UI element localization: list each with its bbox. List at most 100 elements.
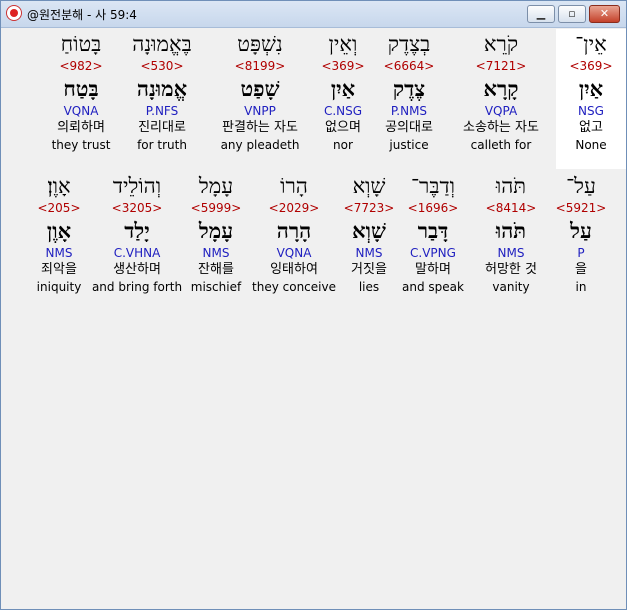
english-gloss: justice	[389, 138, 429, 152]
hebrew-word: אָוֶן׃	[47, 174, 71, 198]
word-cell[interactable]: וְהוֹלֵיד <3205> יָלַד C.VHNA 생산하며 and b…	[87, 171, 187, 295]
minimize-button[interactable]: ▁	[527, 5, 555, 23]
korean-gloss: 허망한 것	[485, 262, 537, 277]
korean-gloss: 공의대로	[385, 120, 433, 135]
hebrew-root: הָרָה	[276, 218, 312, 243]
english-gloss: iniquity	[36, 280, 82, 294]
english-gloss: in	[575, 280, 587, 294]
word-cell[interactable]: וְאֵין <369> אַיִן C.NSG 없으며 nor	[308, 29, 378, 153]
hebrew-root: קָרָא	[483, 76, 519, 101]
hebrew-word: נִשְׁפָּט	[237, 32, 283, 56]
morphology-code: NMS	[497, 246, 525, 260]
hebrew-root: אַיִן	[578, 76, 604, 101]
hebrew-root: תֹּהוּ	[495, 218, 527, 243]
word-cell[interactable]: וְדַבֶּר־ <1696> דָּבַר C.VPNG 말하며 and s…	[398, 171, 468, 295]
hebrew-root: בָּטַח	[63, 76, 99, 101]
hebrew-word: בְצֶדֶק	[387, 32, 431, 56]
korean-gloss: 잉태하여	[270, 262, 318, 277]
korean-gloss: 생산하며	[113, 262, 161, 277]
window-title: @원전분해 - 사 59:4	[27, 8, 137, 22]
english-gloss: they trust	[51, 138, 111, 152]
korean-gloss: 판결하는 자도	[222, 120, 298, 135]
english-gloss: vanity	[492, 280, 530, 294]
app-window: @원전분해 - 사 59:4 ▁ ▫ ✕ אֵין־ <369> אַיִן N…	[0, 0, 627, 610]
strong-number[interactable]: <1696>	[398, 201, 468, 215]
hebrew-word: אֵין־	[575, 32, 607, 56]
strong-number[interactable]: <369>	[308, 59, 378, 73]
hebrew-root: אַיִן	[330, 76, 356, 101]
strong-number[interactable]: <2029>	[248, 201, 340, 215]
word-cell[interactable]: שָׁוְא <7723> שָׁוְא NMS 거짓을 lies	[334, 171, 404, 295]
hebrew-word: הָרוֹ	[280, 174, 308, 198]
hebrew-word: וְאֵין	[328, 32, 358, 56]
word-cell[interactable]: עָמָל <5999> עָמָל NMS 잔해를 mischief	[181, 171, 251, 295]
english-gloss: and speak	[402, 280, 464, 294]
word-cell[interactable]: הָרוֹ <2029> הָרָה VQNA 잉태하여 they concei…	[248, 171, 340, 295]
strong-number[interactable]: <982>	[46, 59, 116, 73]
hebrew-root: דָּבַר	[417, 218, 449, 243]
korean-gloss: 진리대로	[138, 120, 186, 135]
english-gloss: mischief	[190, 280, 242, 294]
morphology-code: NSG	[578, 104, 604, 118]
strong-number[interactable]: <5921>	[546, 201, 616, 215]
strong-number[interactable]: <369>	[556, 59, 626, 73]
hebrew-root: אֱמוּנָה	[136, 76, 188, 101]
morphology-code: P.NFS	[145, 104, 179, 118]
strong-number[interactable]: <8414>	[471, 201, 551, 215]
hebrew-root: יָלַד	[124, 218, 150, 243]
strong-number[interactable]: <3205>	[87, 201, 187, 215]
hebrew-word: עַל־	[566, 174, 596, 198]
strong-number[interactable]: <7121>	[456, 59, 546, 73]
word-cell[interactable]: קֹרֵא <7121> קָרָא VQPA 소송하는 자도 calleth …	[456, 29, 546, 153]
hebrew-word: עָמָל	[198, 174, 234, 198]
word-cell[interactable]: עַל־ <5921> עַל P 을 in	[546, 171, 616, 295]
english-gloss: calleth for	[470, 138, 532, 152]
hebrew-root: שָׁוְא	[352, 218, 386, 243]
korean-gloss: 죄악을	[41, 262, 77, 277]
english-gloss: lies	[358, 280, 380, 294]
hebrew-word: וְדַבֶּר־	[411, 174, 455, 198]
morphology-code: VNPP	[244, 104, 276, 118]
title-bar[interactable]: @원전분해 - 사 59:4 ▁ ▫ ✕	[1, 1, 626, 28]
hebrew-word: בֶּאֱמוּנָה	[132, 32, 192, 56]
strong-number[interactable]: <6664>	[374, 59, 444, 73]
english-gloss: they conceive	[252, 280, 336, 294]
english-gloss: and bring forth	[91, 280, 183, 294]
morphology-code: VQNA	[276, 246, 312, 260]
korean-gloss: 을	[575, 262, 587, 277]
korean-gloss: 거짓을	[351, 262, 387, 277]
korean-gloss: 소송하는 자도	[463, 120, 539, 135]
morphology-code: C.VHNA	[113, 246, 161, 260]
bible-app-icon[interactable]	[6, 5, 22, 21]
morphology-code: NMS	[202, 246, 230, 260]
word-cell[interactable]: בֶּאֱמוּנָה <530> אֱמוּנָה P.NFS 진리대로 fo…	[121, 29, 203, 153]
strong-number[interactable]: <205>	[24, 201, 94, 215]
morphology-code: VQPA	[484, 104, 518, 118]
word-cell[interactable]: נִשְׁפָּט <8199> שָׁפַט VNPP 판결하는 자도 any…	[210, 29, 310, 153]
word-cell[interactable]: בְצֶדֶק <6664> צֶדֶק P.NMS 공의대로 justice	[374, 29, 444, 153]
korean-gloss: 말하며	[415, 262, 451, 277]
word-cell[interactable]: תֹּהוּ <8414> תֹּהוּ NMS 허망한 것 vanity	[471, 171, 551, 295]
english-gloss: nor	[333, 138, 353, 152]
morphology-code: C.NSG	[323, 104, 363, 118]
morphology-code: P	[577, 246, 585, 260]
maximize-button[interactable]: ▫	[558, 5, 586, 23]
morphology-code: NMS	[355, 246, 383, 260]
hebrew-word: בָּטוֹחַ	[60, 32, 102, 56]
korean-gloss: 잔해를	[198, 262, 234, 277]
english-gloss: any pleadeth	[220, 138, 300, 152]
hebrew-word: קֹרֵא	[483, 32, 519, 56]
word-cell[interactable]: אָוֶן׃ <205> אָוֶן NMS 죄악을 iniquity	[24, 171, 94, 295]
morphology-code: VQNA	[63, 104, 99, 118]
strong-number[interactable]: <7723>	[334, 201, 404, 215]
strong-number[interactable]: <530>	[121, 59, 203, 73]
korean-gloss: 의뢰하며	[57, 120, 105, 135]
strong-number[interactable]: <5999>	[181, 201, 251, 215]
strong-number[interactable]: <8199>	[210, 59, 310, 73]
hebrew-root: אָוֶן	[46, 218, 72, 243]
close-button[interactable]: ✕	[589, 5, 620, 23]
english-gloss: None	[575, 138, 607, 152]
word-cell[interactable]: בָּטוֹחַ <982> בָּטַח VQNA 의뢰하며 they tru…	[46, 29, 116, 153]
morphology-code: C.VPNG	[410, 246, 456, 260]
word-cell[interactable]: אֵין־ <369> אַיִן NSG 없고 None	[556, 29, 626, 169]
